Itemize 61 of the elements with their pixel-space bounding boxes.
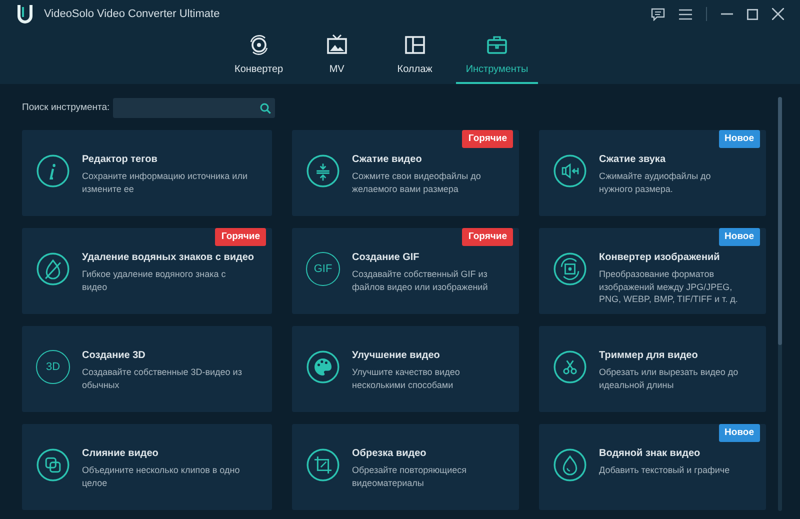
search-label: Поиск инструмента: — [22, 100, 111, 115]
tool-description: Создавайте собственные 3D-видео из обычных — [82, 366, 243, 391]
tool-title: Создание 3D — [82, 349, 146, 363]
minimize-icon[interactable] — [721, 13, 733, 15]
tool-title: Слияние видео — [82, 447, 158, 461]
tab[interactable]: MV — [300, 28, 374, 84]
maximize-icon[interactable] — [747, 8, 758, 20]
tool-description: Сжимайте аудиофайлы до нужного размера. — [599, 170, 712, 195]
tool-title: Улучшение видео — [352, 349, 440, 363]
tab[interactable]: Инструменты — [456, 28, 538, 84]
tool-title: Создание GIF — [352, 251, 420, 265]
search-icon — [260, 102, 271, 114]
window-title: VideoSolo Video Converter Ultimate — [44, 6, 220, 22]
tool-description: Обрезать или вырезать видео до идеальной длины — [599, 366, 740, 391]
gif-icon: GIF — [306, 252, 340, 286]
tab[interactable]: Конвертер — [222, 28, 296, 84]
tool-description: Создавайте собственный GIF из файлов видео или изображений — [352, 268, 489, 293]
badge: Горячие — [462, 130, 513, 148]
badge: Горячие — [215, 228, 266, 246]
info-icon — [36, 154, 70, 188]
tool-title: Водяной знак видео — [599, 447, 700, 461]
crossed-drop-icon — [36, 252, 70, 286]
tool-description: Сохраните информацию источника или измените ее — [82, 170, 248, 195]
tool-description: Обрезайте повторяющиеся видеоматериалы — [352, 464, 468, 489]
scissors-icon — [553, 350, 587, 384]
tool-description: Добавить текстовый и графиче — [599, 464, 731, 476]
badge: Новое — [718, 130, 760, 148]
image-convert-icon — [553, 252, 587, 286]
search-field[interactable] — [113, 98, 275, 118]
toolbox-icon — [486, 34, 508, 56]
logo-icon — [16, 4, 34, 24]
tv-icon — [326, 34, 348, 56]
badge: Горячие — [462, 228, 513, 246]
badge: Новое — [718, 228, 760, 246]
feedback-icon[interactable] — [651, 8, 665, 20]
scrollbar-thumb[interactable] — [778, 97, 782, 345]
disc-icon — [248, 34, 270, 56]
3d-icon: 3D — [36, 350, 70, 384]
drop-icon — [553, 448, 587, 482]
palette-icon — [306, 350, 340, 384]
tool-description: Преобразование форматов изображений между JPG/JPEG, PNG, WEBP, BMP, TIF/TIFF и т. д. — [599, 268, 739, 306]
compress-icon — [306, 154, 340, 188]
menu-icon[interactable] — [679, 8, 692, 20]
tool-title: Удаление водяных знаков с видео — [82, 251, 254, 265]
tool-description: Сожмите свои видеофайлы до желаемого вами размера — [352, 170, 482, 195]
speaker-icon — [553, 154, 587, 188]
tool-title: Сжатие видео — [352, 153, 422, 167]
tool-description: Гибкое удаление водяного знака с видео — [82, 268, 227, 293]
close-icon[interactable] — [772, 8, 784, 20]
badge: Новое — [718, 424, 760, 442]
crop-icon — [306, 448, 340, 482]
collage-icon — [404, 34, 426, 56]
tool-title: Редактор тегов — [82, 153, 158, 167]
tool-description: Улучшите качество видео несколькими способами — [352, 366, 461, 391]
tool-title: Сжатие звука — [599, 153, 666, 167]
tool-title: Конвертер изображений — [599, 251, 720, 265]
tool-description: Объедините несколько клипов в одно целое — [82, 464, 241, 489]
tool-title: Триммер для видео — [599, 349, 698, 363]
tool-title: Обрезка видео — [352, 447, 426, 461]
overlapping-squares-icon — [36, 448, 70, 482]
tab[interactable]: Коллаж — [378, 28, 452, 84]
